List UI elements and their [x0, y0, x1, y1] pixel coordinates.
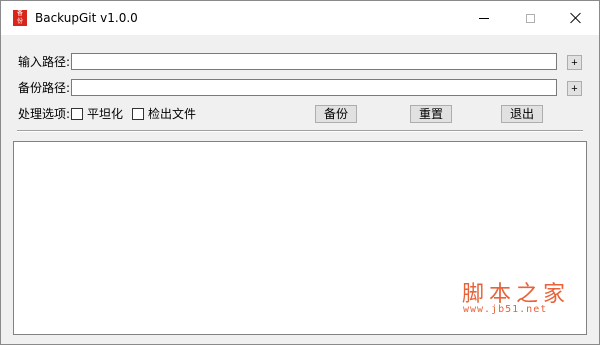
input-path-field[interactable]: [71, 53, 557, 70]
minimize-icon: [479, 17, 489, 19]
watermark-url: www.jb51.net: [463, 304, 548, 315]
backup-path-browse-button[interactable]: +: [567, 81, 582, 96]
backup-path-label: 备份路径:: [18, 81, 71, 95]
app-icon-glyph-2: 份: [16, 18, 23, 25]
separator: [17, 130, 583, 132]
backup-path-field[interactable]: [71, 79, 557, 96]
checkout-checkbox[interactable]: [132, 108, 144, 120]
reset-button[interactable]: 重置: [410, 105, 452, 123]
app-icon: 备 份: [13, 10, 27, 26]
flatten-label[interactable]: 平坦化: [87, 107, 123, 121]
window-title: BackupGit v1.0.0: [35, 11, 138, 25]
input-path-label: 输入路径:: [18, 55, 71, 69]
flatten-checkbox[interactable]: [71, 108, 83, 120]
options-label: 处理选项:: [18, 107, 71, 121]
checkout-label[interactable]: 检出文件: [148, 107, 196, 121]
app-icon-glyph-1: 备: [16, 10, 23, 17]
maximize-button[interactable]: [507, 1, 553, 35]
app-window: 备 份 BackupGit v1.0.0 输入路径: + 备份路径: + 处理选…: [0, 0, 600, 345]
input-path-browse-button[interactable]: +: [567, 55, 582, 70]
exit-button[interactable]: 退出: [501, 105, 543, 123]
close-button[interactable]: [553, 1, 599, 35]
title-bar[interactable]: 备 份 BackupGit v1.0.0: [1, 1, 599, 35]
close-icon: [570, 12, 582, 24]
maximize-icon: [525, 13, 535, 23]
minimize-button[interactable]: [461, 1, 507, 35]
backup-button[interactable]: 备份: [315, 105, 357, 123]
